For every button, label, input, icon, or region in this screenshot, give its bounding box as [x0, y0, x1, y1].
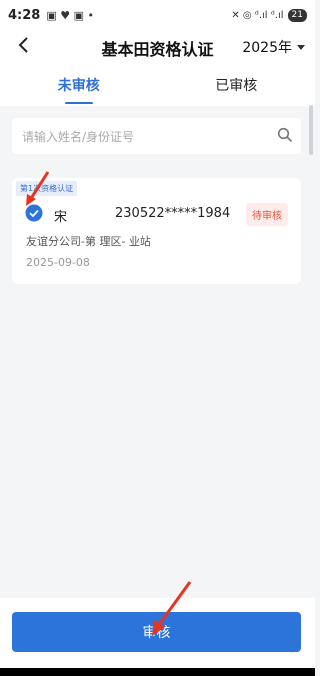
signal-icons: ✕ ◎ ᵈ.ıl ᵈ.ıl	[231, 9, 284, 21]
status-bar: 4:28 ▣ ♥ ▣ • ✕ ◎ ᵈ.ıl ᵈ.ıl 21	[0, 0, 315, 30]
review-button[interactable]: 审核	[12, 612, 301, 652]
search-input[interactable]	[12, 118, 264, 156]
applicant-name: 宋	[54, 210, 68, 225]
status-time: 4:28	[8, 7, 41, 23]
tab-reviewed[interactable]: 已审核	[158, 62, 316, 106]
tab-reviewed-label: 已审核	[215, 78, 258, 94]
tab-bar: 未审核 已审核	[0, 62, 315, 106]
status-badge: 待审核	[246, 203, 288, 226]
search-box	[12, 118, 301, 156]
search-icon[interactable]	[277, 127, 293, 143]
applicant-id-number: 230522*****1984	[115, 206, 231, 221]
certification-round-tag: 第1次资格认证	[16, 181, 78, 196]
year-dropdown[interactable]: 2025年	[242, 37, 305, 57]
year-value: 2025年	[242, 40, 292, 56]
app-header: 基本田资格认证 2025年	[0, 30, 315, 62]
bottom-action-bar: 审核	[0, 598, 315, 668]
record-date: 2025-09-08	[26, 256, 90, 269]
system-icons: ✕ ◎ ᵈ.ıl ᵈ.ıl 21	[231, 8, 307, 22]
system-nav-bar	[0, 668, 315, 676]
checkbox-checked-icon[interactable]	[25, 204, 43, 222]
tab-unreviewed-label: 未审核	[57, 78, 100, 94]
active-tab-indicator	[64, 102, 93, 104]
record-card[interactable]: 第1次资格认证 宋 230522*****1984 待审核 友谊分公司-第 理区…	[12, 178, 301, 284]
tab-unreviewed[interactable]: 未审核	[0, 62, 158, 106]
scrollbar[interactable]	[309, 105, 313, 155]
organization-path: 友谊分公司-第 理区- 业站	[26, 235, 151, 248]
battery-icon: 21	[287, 8, 307, 22]
chevron-down-icon	[297, 44, 305, 50]
notification-icons: ▣ ♥ ▣ •	[46, 8, 94, 22]
